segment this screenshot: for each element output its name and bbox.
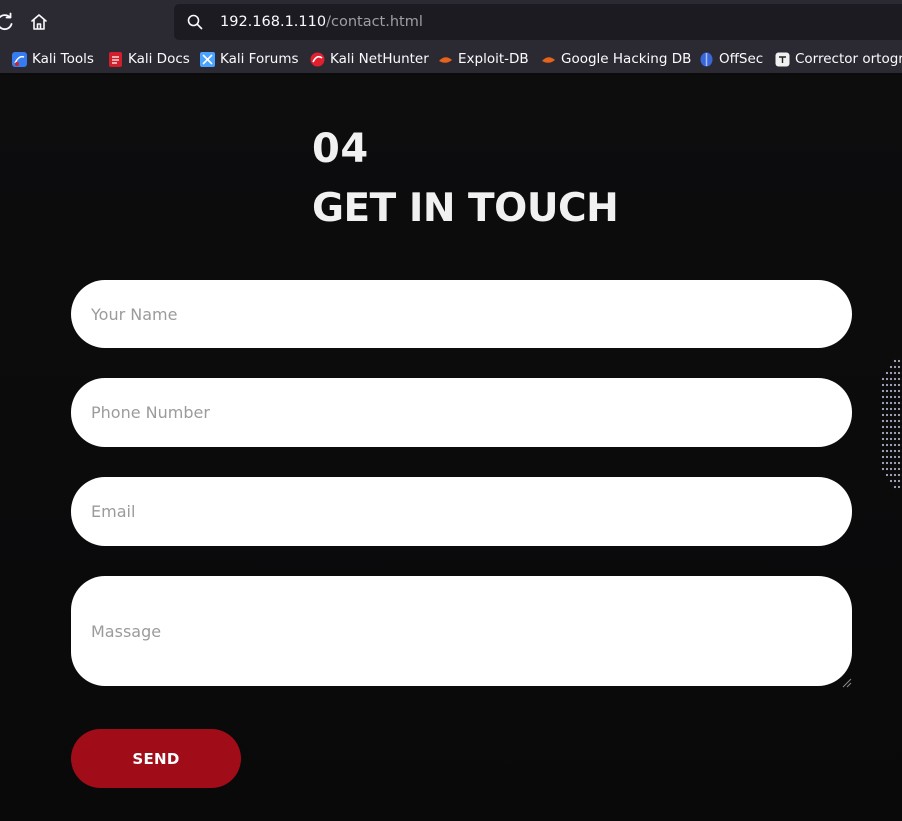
- bookmark-label: Corrector ortogr: [795, 51, 902, 67]
- bookmark-label: OffSec: [719, 51, 764, 67]
- bookmark-kali-docs[interactable]: Kali Docs: [108, 49, 190, 69]
- browser-toolbar: 192.168.1.110/contact.html: [0, 0, 902, 44]
- bookmarks-bar: Kali Tools Kali Docs Kali Forums Kali Ne…: [0, 44, 902, 74]
- url-path: /contact.html: [326, 14, 423, 30]
- bookmark-label: Google Hacking DB: [561, 51, 692, 67]
- message-textarea[interactable]: [71, 576, 852, 686]
- url-text[interactable]: 192.168.1.110/contact.html: [220, 12, 423, 32]
- bookmark-corrector[interactable]: Corrector ortogr: [775, 49, 902, 69]
- kali-nethunter-icon: [310, 52, 325, 67]
- phone-input[interactable]: [71, 378, 852, 447]
- kali-docs-icon: [108, 51, 123, 67]
- address-bar[interactable]: 192.168.1.110/contact.html: [174, 4, 902, 40]
- ghdb-icon: [541, 52, 556, 67]
- section-title: GET IN TOUCH: [312, 186, 619, 231]
- bookmark-kali-forums[interactable]: Kali Forums: [200, 49, 299, 69]
- bookmark-label: Kali Docs: [128, 51, 190, 67]
- section-number: 04: [312, 126, 369, 172]
- bookmark-ghdb[interactable]: Google Hacking DB: [541, 49, 691, 69]
- url-host: 192.168.1.110: [220, 14, 327, 30]
- name-input[interactable]: [71, 280, 852, 348]
- contact-page: 04 GET IN TOUCH SEND: [0, 75, 902, 821]
- exploit-db-icon: [438, 52, 453, 67]
- resize-handle-icon[interactable]: [840, 673, 852, 688]
- home-icon[interactable]: [28, 11, 50, 33]
- kali-forums-icon: [200, 51, 215, 67]
- bookmark-label: Kali Forums: [220, 51, 299, 67]
- bookmark-label: Exploit-DB: [458, 51, 529, 67]
- offsec-icon: [699, 52, 714, 67]
- bookmark-label: Kali NetHunter: [330, 51, 429, 67]
- bookmark-exploit-db[interactable]: Exploit-DB: [438, 49, 529, 69]
- dot-pattern-decoration: [880, 358, 902, 490]
- search-icon: [186, 13, 204, 31]
- send-button[interactable]: SEND: [71, 729, 241, 788]
- bookmark-kali-tools[interactable]: Kali Tools: [12, 49, 94, 69]
- bookmark-offsec[interactable]: OffSec: [699, 49, 763, 69]
- bookmark-kali-nethunter[interactable]: Kali NetHunter: [310, 49, 429, 69]
- reload-icon[interactable]: [0, 11, 16, 33]
- corrector-icon: [775, 52, 790, 67]
- email-input[interactable]: [71, 477, 852, 546]
- bookmark-label: Kali Tools: [32, 51, 94, 67]
- kali-tools-icon: [12, 51, 27, 67]
